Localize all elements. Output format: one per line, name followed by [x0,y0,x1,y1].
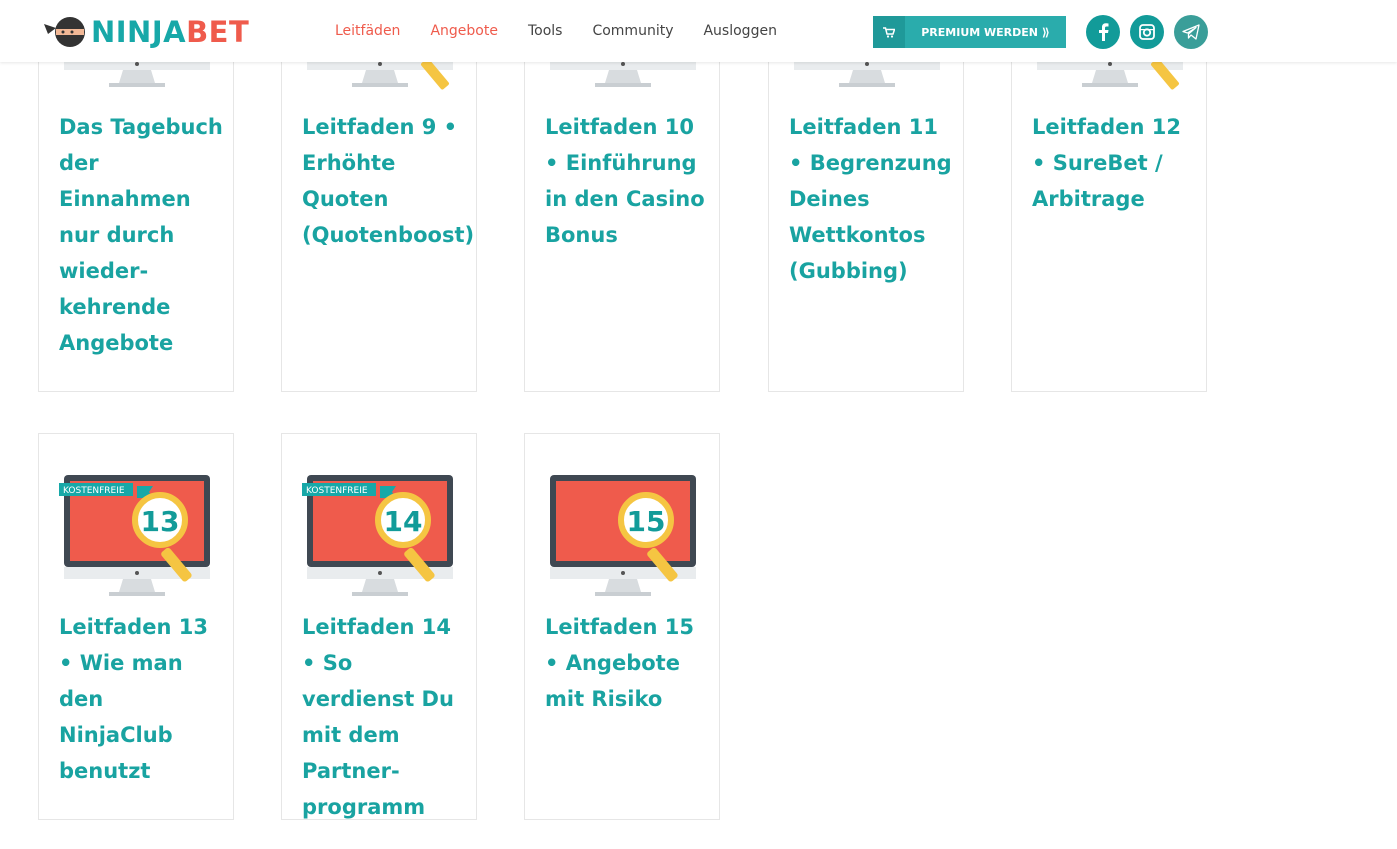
premium-button[interactable]: PREMIUM WERDEN ⟫ [873,16,1066,48]
guide-card[interactable]: 15 Leitfaden 15 • Angebote mit Risiko [524,433,720,820]
card-title[interactable]: Leitfaden 12 • SureBet / Arbitrage [1032,109,1197,217]
card-title[interactable]: Leitfaden 15 • Angebote mit Risiko [545,609,710,717]
nav-community[interactable]: Community [592,23,673,39]
svg-text:14: 14 [384,505,423,538]
monitor-magnifier-icon: 15 [550,475,696,596]
card-title[interactable]: Leitfaden 10 • Einführung in den Casino … [545,109,710,253]
guide-card[interactable]: KOSTENFREIE 13 Leitfaden 13 • Wie man de… [38,433,234,820]
card-title[interactable]: Leitfaden 13 • Wie man den NinjaClub ben… [59,609,224,789]
card-title[interactable]: Das Tagebuch der Einnahmen nur durch wie… [59,109,224,361]
monitor-magnifier-icon: KOSTENFREIE 14 [302,475,453,596]
nav-tools[interactable]: Tools [528,23,563,39]
nav-ausloggen[interactable]: Ausloggen [703,23,776,39]
card-title[interactable]: Leitfaden 9 • Erhöhte Quoten (Quotenboos… [302,109,474,253]
facebook-icon[interactable] [1086,15,1120,49]
svg-text:13: 13 [141,505,180,538]
card-title[interactable]: Leitfaden 11 • Begrenzung Deines Wettkon… [789,109,954,289]
telegram-icon[interactable] [1174,15,1208,49]
ninja-icon [44,17,85,47]
nav-angebote[interactable]: Angebote [430,23,498,39]
guide-card[interactable]: KOSTENFREIE 14 Leitfaden 14 • So verdien… [281,433,477,820]
card-title[interactable]: Leitfaden 14 • So verdienst Du mit dem P… [302,609,467,825]
monitor-magnifier-icon: KOSTENFREIE 13 [59,475,210,596]
svg-text:KOSTENFREIE: KOSTENFREIE [63,486,125,496]
logo[interactable]: NINJABET [42,14,249,50]
nav-leitfaeden[interactable]: Leitfäden [335,23,400,39]
premium-label: PREMIUM WERDEN ⟫ [921,25,1050,39]
svg-text:KOSTENFREIE: KOSTENFREIE [306,486,368,496]
instagram-icon[interactable] [1130,15,1164,49]
main-nav: Leitfäden Angebote Tools Community Auslo… [335,0,807,62]
svg-text:15: 15 [627,505,666,538]
cart-icon [873,16,905,48]
site-header: NINJABET Leitfäden Angebote Tools Commun… [0,0,1397,62]
logo-wordmark: NINJABET [91,15,250,49]
